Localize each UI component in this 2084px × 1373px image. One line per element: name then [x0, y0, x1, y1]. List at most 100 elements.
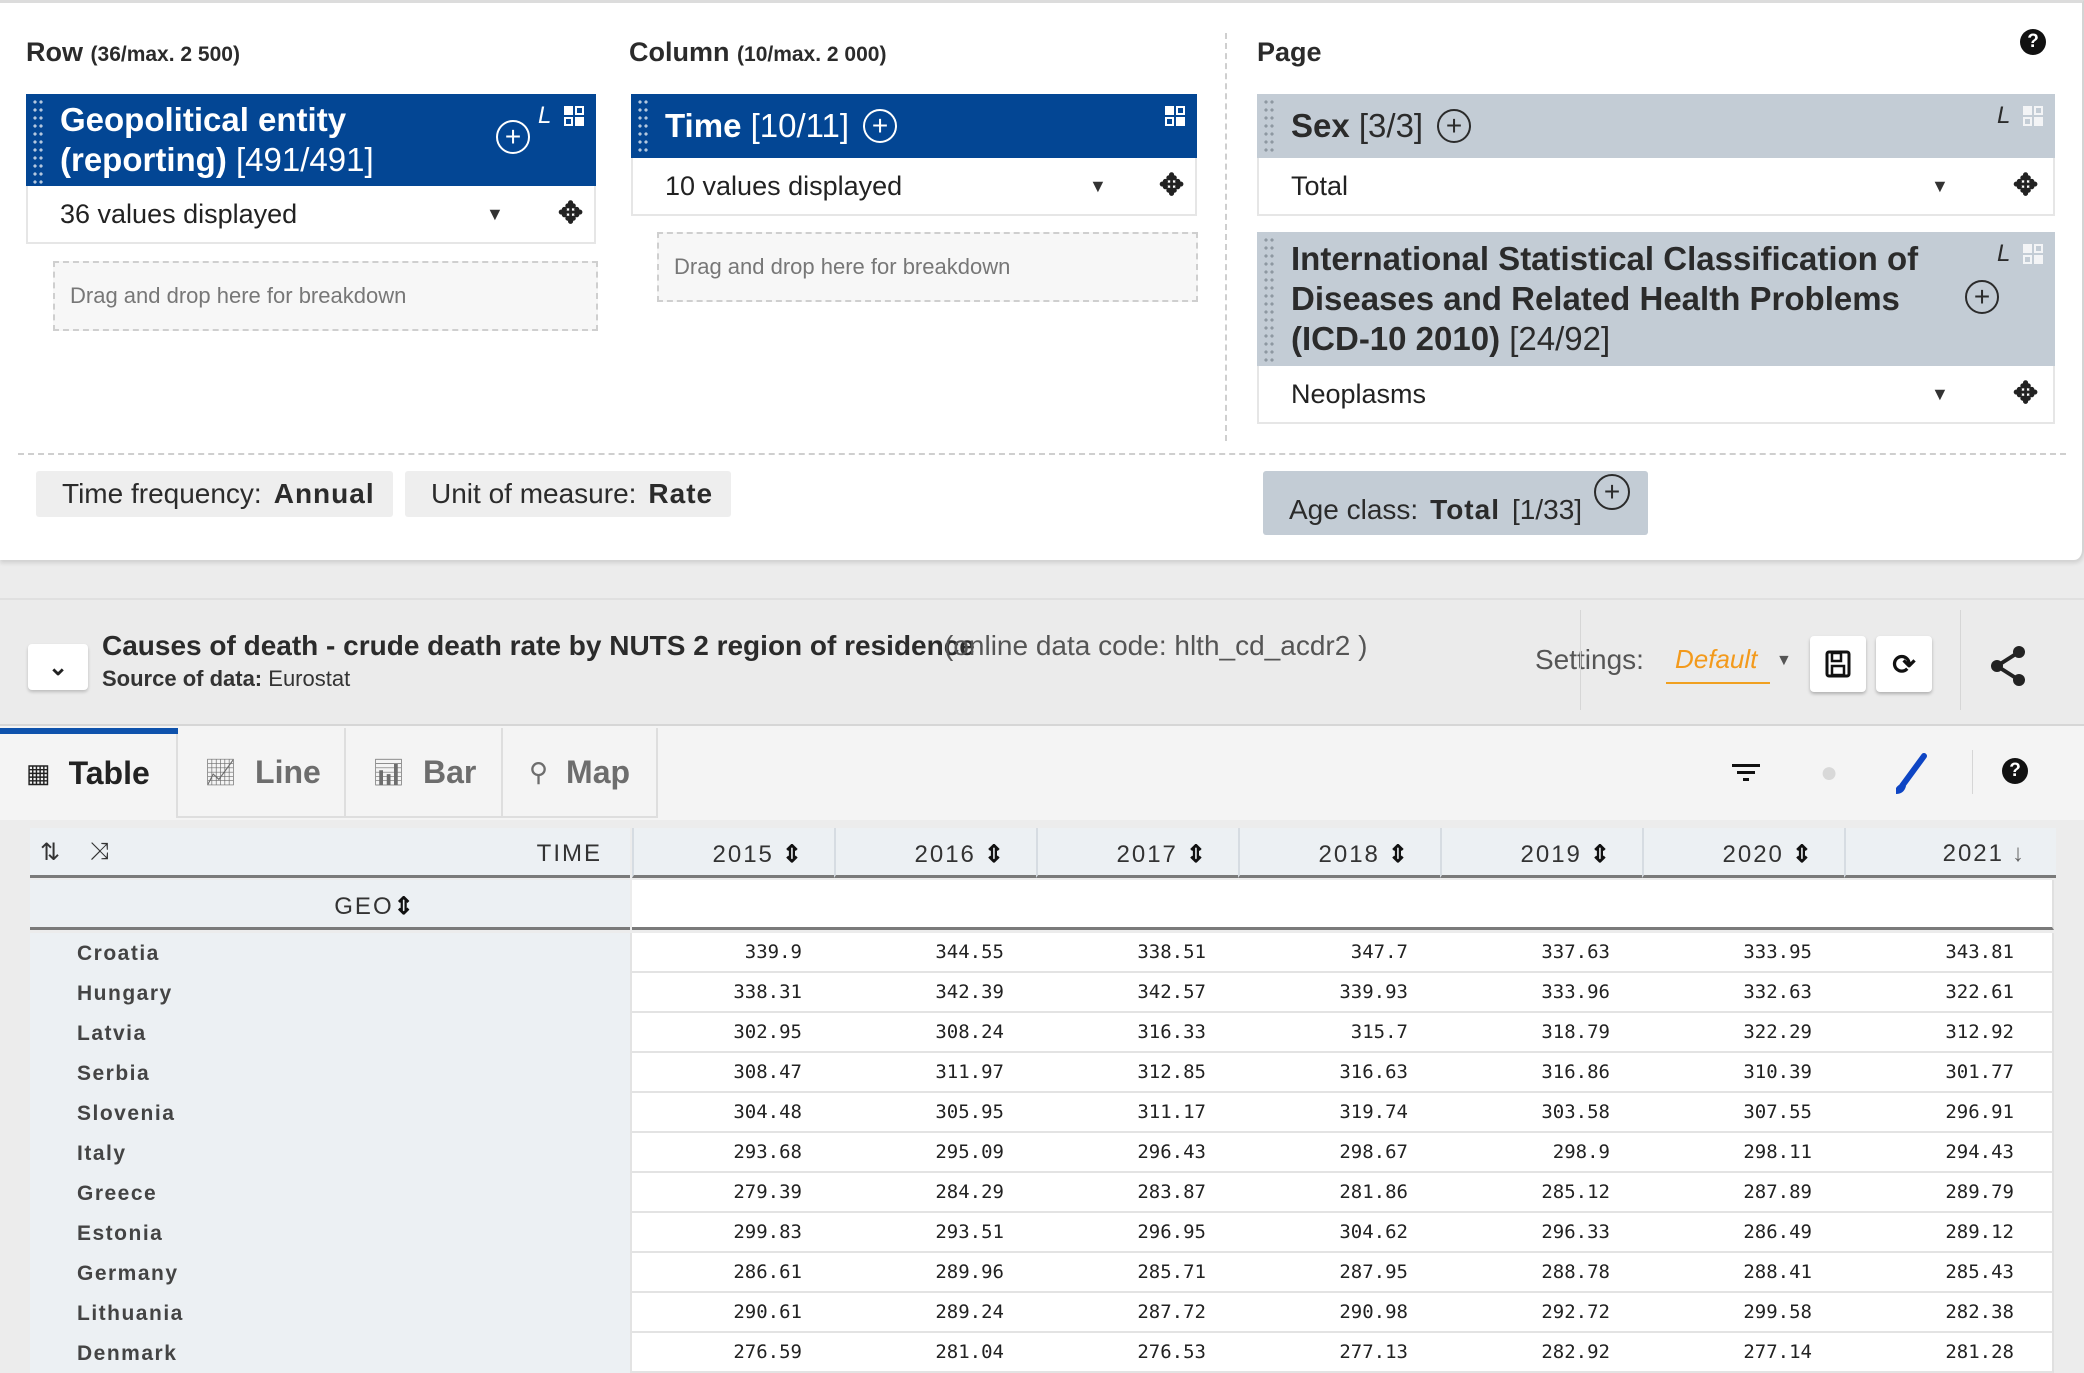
table-cell[interactable]: 342.39 [854, 981, 1004, 1003]
table-cell[interactable]: 311.17 [1056, 1101, 1206, 1123]
move-icon[interactable]: ✥ [1159, 168, 1184, 203]
table-cell[interactable]: 301.77 [1864, 1061, 2014, 1083]
row-geo-label[interactable]: Germany [30, 1253, 630, 1293]
table-cell[interactable]: 296.33 [1460, 1221, 1610, 1243]
row-geo-label[interactable]: Hungary [30, 973, 630, 1013]
column-header[interactable]: 2020 ⇕ [1642, 828, 1844, 878]
palette-icon[interactable]: ● [1820, 756, 1838, 790]
dimension-sex[interactable]: Sex [3/3] + L Total ▼ ✥ [1257, 94, 2055, 216]
table-cell[interactable]: 283.87 [1056, 1181, 1206, 1203]
row-geo-label[interactable]: Slovenia [30, 1093, 630, 1133]
collapse-button[interactable]: ⌄ [28, 644, 88, 690]
table-cell[interactable]: 296.95 [1056, 1221, 1206, 1243]
settings-select[interactable]: Default [1666, 644, 1770, 684]
table-cell[interactable]: 307.55 [1662, 1101, 1812, 1123]
table-cell[interactable]: 277.13 [1258, 1341, 1408, 1363]
table-cell[interactable]: 287.72 [1056, 1301, 1206, 1323]
add-circle-icon[interactable]: + [1437, 109, 1472, 143]
column-header[interactable]: 2017 ⇕ [1036, 828, 1238, 878]
table-cell[interactable]: 333.96 [1460, 981, 1610, 1003]
share-icon[interactable] [1988, 644, 2028, 688]
table-cell[interactable]: 286.61 [652, 1261, 802, 1283]
drag-handle-icon[interactable] [32, 98, 44, 184]
dimension-icd-selector[interactable]: Neoplasms ▼ ✥ [1257, 366, 2055, 424]
table-cell[interactable]: 305.95 [854, 1101, 1004, 1123]
row-geo-label[interactable]: Estonia [30, 1213, 630, 1253]
table-cell[interactable]: 286.49 [1662, 1221, 1812, 1243]
dimension-sex-selector[interactable]: Total ▼ ✥ [1257, 158, 2055, 216]
row-geo-label[interactable]: Serbia [30, 1053, 630, 1093]
tab-line[interactable]: 📈︎ Line [178, 728, 346, 818]
table-cell[interactable]: 322.29 [1662, 1021, 1812, 1043]
table-cell[interactable]: 308.24 [854, 1021, 1004, 1043]
table-cell[interactable]: 316.33 [1056, 1021, 1206, 1043]
table-cell[interactable]: 287.89 [1662, 1181, 1812, 1203]
table-cell[interactable]: 316.86 [1460, 1061, 1610, 1083]
table-cell[interactable]: 282.38 [1864, 1301, 2014, 1323]
table-cell[interactable]: 284.29 [854, 1181, 1004, 1203]
table-cell[interactable]: 304.48 [652, 1101, 802, 1123]
add-circle-icon[interactable]: + [496, 120, 530, 154]
table-cell[interactable]: 288.78 [1460, 1261, 1610, 1283]
dimension-icd-header[interactable]: International Statistical Classification… [1257, 232, 2055, 366]
table-cell[interactable]: 312.85 [1056, 1061, 1206, 1083]
column-header[interactable]: 2016 ⇕ [834, 828, 1036, 878]
caret-down-icon[interactable]: ▼ [1089, 176, 1107, 197]
language-l-icon[interactable]: L [1997, 102, 2010, 130]
table-cell[interactable]: 277.14 [1662, 1341, 1812, 1363]
table-cell[interactable]: 347.7 [1258, 941, 1408, 963]
sort-both-icon[interactable]: ⇕ [782, 841, 804, 868]
refresh-button[interactable]: ⟳ [1876, 636, 1932, 692]
table-cell[interactable]: 343.81 [1864, 941, 2014, 963]
dimension-icd[interactable]: International Statistical Classification… [1257, 232, 2055, 424]
caret-down-icon[interactable]: ▼ [1931, 176, 1949, 197]
table-cell[interactable]: 319.74 [1258, 1101, 1408, 1123]
table-cell[interactable]: 293.68 [652, 1141, 802, 1163]
add-circle-icon[interactable]: + [1594, 474, 1631, 510]
swap-axes-icon[interactable]: ⤨ [90, 838, 109, 866]
chip-age-class[interactable]: Age class: Total [1/33] + [1263, 471, 1649, 535]
dimension-time[interactable]: Time [10/11] + 10 values displayed ▼ ✥ [631, 94, 1197, 216]
select-values-icon[interactable] [1165, 106, 1185, 126]
table-cell[interactable]: 289.79 [1864, 1181, 2014, 1203]
row-geo-label[interactable]: Greece [30, 1173, 630, 1213]
sort-both-icon[interactable]: ⇕ [394, 893, 416, 920]
table-cell[interactable]: 296.43 [1056, 1141, 1206, 1163]
save-button[interactable] [1810, 636, 1866, 692]
table-cell[interactable]: 308.47 [652, 1061, 802, 1083]
table-cell[interactable]: 285.43 [1864, 1261, 2014, 1283]
column-header[interactable]: 2019 ⇕ [1440, 828, 1642, 878]
table-cell[interactable]: 318.79 [1460, 1021, 1610, 1043]
paintbrush-icon[interactable] [1890, 752, 1930, 798]
tab-bar[interactable]: 📊︎ Bar [346, 728, 503, 818]
table-cell[interactable]: 293.51 [854, 1221, 1004, 1243]
tab-table[interactable]: ▦ Table [0, 728, 178, 818]
move-icon[interactable]: ✥ [2013, 376, 2038, 411]
row-geo-label[interactable]: Lithuania [30, 1293, 630, 1333]
table-cell[interactable]: 344.55 [854, 941, 1004, 963]
table-cell[interactable]: 299.83 [652, 1221, 802, 1243]
table-cell[interactable]: 287.95 [1258, 1261, 1408, 1283]
table-cell[interactable]: 282.92 [1460, 1341, 1610, 1363]
dimension-geo-header[interactable]: Geopolitical entity (reporting) [491/491… [26, 94, 596, 186]
table-cell[interactable]: 315.7 [1258, 1021, 1408, 1043]
table-cell[interactable]: 316.63 [1258, 1061, 1408, 1083]
table-cell[interactable]: 289.96 [854, 1261, 1004, 1283]
row-geo-label[interactable]: Italy [30, 1133, 630, 1173]
row-geo-label[interactable]: Latvia [30, 1013, 630, 1053]
table-cell[interactable]: 281.28 [1864, 1341, 2014, 1363]
table-cell[interactable]: 339.9 [652, 941, 802, 963]
table-cell[interactable]: 322.61 [1864, 981, 2014, 1003]
caret-down-icon[interactable]: ▼ [1931, 384, 1949, 405]
dimension-time-selector[interactable]: 10 values displayed ▼ ✥ [631, 158, 1197, 216]
table-cell[interactable]: 302.95 [652, 1021, 802, 1043]
table-cell[interactable]: 298.11 [1662, 1141, 1812, 1163]
table-cell[interactable]: 311.97 [854, 1061, 1004, 1083]
table-cell[interactable]: 281.04 [854, 1341, 1004, 1363]
language-l-icon[interactable]: L [538, 102, 551, 130]
table-cell[interactable]: 292.72 [1460, 1301, 1610, 1323]
dimension-time-header[interactable]: Time [10/11] + [631, 94, 1197, 158]
column-header[interactable]: 2015 ⇕ [632, 828, 834, 878]
language-l-icon[interactable]: L [1997, 240, 2010, 268]
drag-handle-icon[interactable] [1263, 236, 1275, 364]
